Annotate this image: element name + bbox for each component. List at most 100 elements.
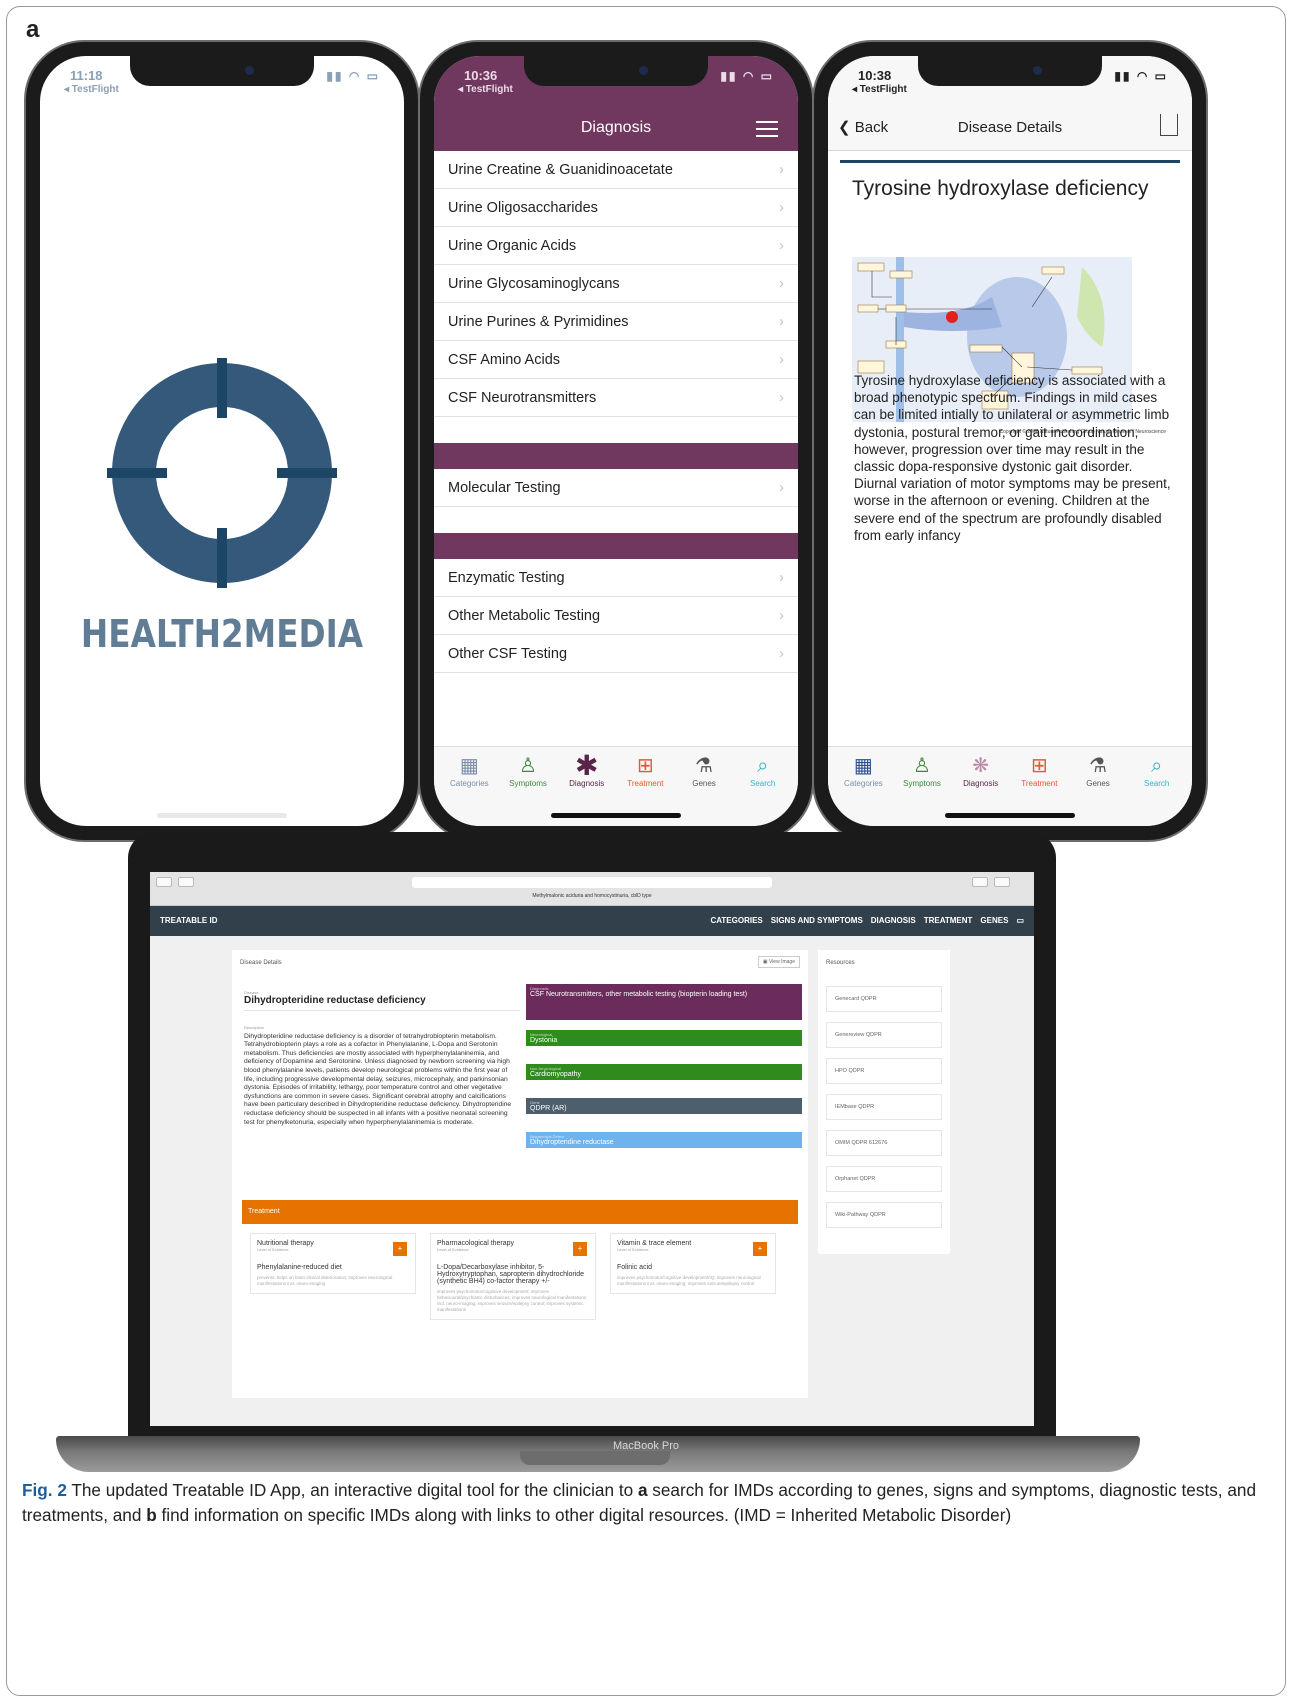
chip-label: Gene: [530, 1100, 540, 1105]
share-button[interactable]: [972, 877, 988, 887]
grid-icon: ▦: [459, 755, 479, 777]
resource-link[interactable]: HPO QDPR: [826, 1058, 942, 1084]
treatment-note: improves psychomotor/cognitive developme…: [617, 1275, 761, 1286]
treatment-note: improves psychomotor/cognitive developme…: [437, 1289, 587, 1312]
chevron-right-icon: ›: [779, 645, 784, 662]
tab-categories[interactable]: ▦ Categories: [834, 753, 893, 826]
browser-toolbar: Methylmalonic aciduria and homocystinuri…: [150, 872, 1034, 906]
disease-title: Tyrosine hydroxylase deficiency: [852, 177, 1149, 200]
tab-label: Treatment: [1021, 779, 1058, 788]
search-icon: ⌕: [1151, 755, 1163, 777]
sidebar-toggle-button[interactable]: [178, 877, 194, 887]
resource-link[interactable]: Orphanet QDPR: [826, 1166, 942, 1192]
treatment-title: Vitamin & trace element: [617, 1240, 692, 1247]
expand-button[interactable]: +: [753, 1242, 767, 1256]
tab-label: Search: [750, 779, 776, 788]
tab-symptoms[interactable]: ♙ Symptoms: [499, 753, 558, 826]
view-image-label: View Image: [768, 959, 795, 965]
resource-link[interactable]: IEMbase QDPR: [826, 1094, 942, 1120]
laptop-model-label: MacBook Pro: [612, 1440, 680, 1452]
list-item[interactable]: Other CSF Testing ›: [434, 635, 798, 673]
site-brand[interactable]: TREATABLE ID: [160, 916, 217, 925]
list-item[interactable]: Enzymatic Testing ›: [434, 559, 798, 597]
address-bar[interactable]: [412, 877, 772, 888]
list-item[interactable]: Urine Glycosaminoglycans ›: [434, 265, 798, 303]
share-icon[interactable]: [1160, 114, 1178, 136]
info-chip[interactable]: Diagnostic CSF Neurotransmitters, other m…: [526, 984, 802, 1020]
medical-kit-icon: ⊞: [636, 755, 654, 777]
signal-wifi-battery-icon: ▮▮ ◠ ▭: [326, 69, 380, 83]
phone-splash: 11:18 ◂ TestFlight ▮▮ ◠ ▭ TREATABLE INTE…: [26, 42, 418, 840]
caption-panel-ref: a: [637, 1480, 648, 1500]
chip-value: Cardiomyopathy: [530, 1071, 581, 1078]
treatment-title: Nutritional therapy: [257, 1240, 314, 1247]
info-chip[interactable]: Biochemical Defect Dihydropteridine reduc…: [526, 1132, 802, 1148]
info-chip[interactable]: Gene QDPR (AR): [526, 1098, 802, 1114]
testflight-back-link[interactable]: ◂ TestFlight: [64, 84, 119, 95]
list-item-label: CSF Neurotransmitters: [448, 389, 597, 406]
home-indicator: [551, 813, 681, 818]
disease-details-panel: Disease Details ▣ View Image Disease Dih…: [232, 950, 808, 1398]
list-spacer: [434, 507, 798, 533]
testflight-back-link[interactable]: ◂ TestFlight: [458, 84, 513, 95]
tabs-button[interactable]: [994, 877, 1010, 887]
tab-search[interactable]: ⌕ Search: [733, 753, 792, 826]
figure-number: Fig. 2: [22, 1480, 67, 1500]
chevron-right-icon: ›: [779, 389, 784, 406]
info-chip[interactable]: Non-Neurological Cardiomyopathy: [526, 1064, 802, 1080]
tab-symptoms[interactable]: ♙ Symptoms: [893, 753, 952, 826]
nav-menu-item[interactable]: GENES: [980, 916, 1008, 925]
section-divider: [434, 533, 798, 559]
tab-label: Categories: [449, 779, 489, 788]
panel-label-a: a: [26, 16, 40, 43]
browser-tab-title[interactable]: Methylmalonic aciduria and homocystinuri…: [150, 893, 1034, 899]
nav-menu-item[interactable]: SIGNS AND SYMPTOMS: [771, 916, 863, 925]
site-menu: CATEGORIES SIGNS AND SYMPTOMS DIAGNOSIS TRE…: [710, 916, 1024, 925]
asterisk-icon: ❋: [972, 755, 990, 777]
view-image-button[interactable]: ▣ View Image: [757, 956, 800, 968]
back-forward-buttons[interactable]: [156, 877, 172, 887]
section-title: Disease Details: [240, 960, 282, 966]
list-item[interactable]: Urine Organic Acids ›: [434, 227, 798, 265]
treatment-card: Nutritional therapy Level of Evidence + Phe…: [250, 1233, 416, 1294]
laptop-hinge: [520, 1451, 670, 1465]
list-item[interactable]: Urine Purines & Pyrimidines ›: [434, 303, 798, 341]
chat-icon[interactable]: ▭: [1016, 916, 1024, 925]
resource-link[interactable]: Genereview QDPR: [826, 1022, 942, 1048]
info-chip[interactable]: Neurological Dystonia: [526, 1030, 802, 1046]
testflight-back-link[interactable]: ◂ TestFlight: [852, 84, 907, 95]
lifebuoy-logo-icon: [107, 358, 337, 588]
nav-menu-item[interactable]: TREATMENT: [924, 916, 973, 925]
resource-link[interactable]: OMIM QDPR 612676: [826, 1130, 942, 1156]
tab-label: Diagnosis: [963, 779, 999, 788]
list-item[interactable]: Other Metabolic Testing ›: [434, 597, 798, 635]
list-item[interactable]: Molecular Testing ›: [434, 469, 798, 507]
treatment-item: Folinic acid: [617, 1264, 653, 1271]
menu-icon[interactable]: [756, 121, 778, 137]
disease-name: Dihydropteridine reductase deficiency: [244, 995, 426, 1006]
treatment-item: L-Dopa/Decarboxylase inhibitor, 5-Hydrox…: [437, 1264, 585, 1285]
list-item[interactable]: Urine Creatine & Guanidinoacetate ›: [434, 151, 798, 189]
brand-name: HEALTH2MEDIA: [80, 612, 364, 656]
list-item[interactable]: Urine Oligosaccharides ›: [434, 189, 798, 227]
expand-button[interactable]: +: [573, 1242, 587, 1256]
treatment-card: Vitamin & trace element Level of Evidence…: [610, 1233, 776, 1294]
nav-menu-item[interactable]: DIAGNOSIS: [871, 916, 916, 925]
expand-button[interactable]: +: [393, 1242, 407, 1256]
chevron-right-icon: ›: [779, 199, 784, 216]
tab-categories[interactable]: ▦ Categories: [440, 753, 499, 826]
status-time: 11:18: [70, 68, 103, 83]
tab-genes[interactable]: ⚗ Genes: [1069, 753, 1128, 826]
tab-search[interactable]: ⌕ Search: [1127, 753, 1186, 826]
list-item[interactable]: CSF Neurotransmitters ›: [434, 379, 798, 417]
status-time: 10:38: [858, 68, 892, 83]
flask-icon: ⚗: [1089, 755, 1107, 777]
nav-menu-item[interactable]: CATEGORIES: [710, 916, 762, 925]
list-item-label: Urine Organic Acids: [448, 237, 577, 254]
resource-link[interactable]: Wiki-Pathway QDPR: [826, 1202, 942, 1228]
list-item[interactable]: CSF Amino Acids ›: [434, 341, 798, 379]
description-field: Description Dihydropteridine reductase d…: [244, 1024, 516, 1127]
tab-genes[interactable]: ⚗ Genes: [675, 753, 734, 826]
tab-label: Genes: [692, 779, 716, 788]
resource-link[interactable]: Genecard QDPR: [826, 986, 942, 1012]
